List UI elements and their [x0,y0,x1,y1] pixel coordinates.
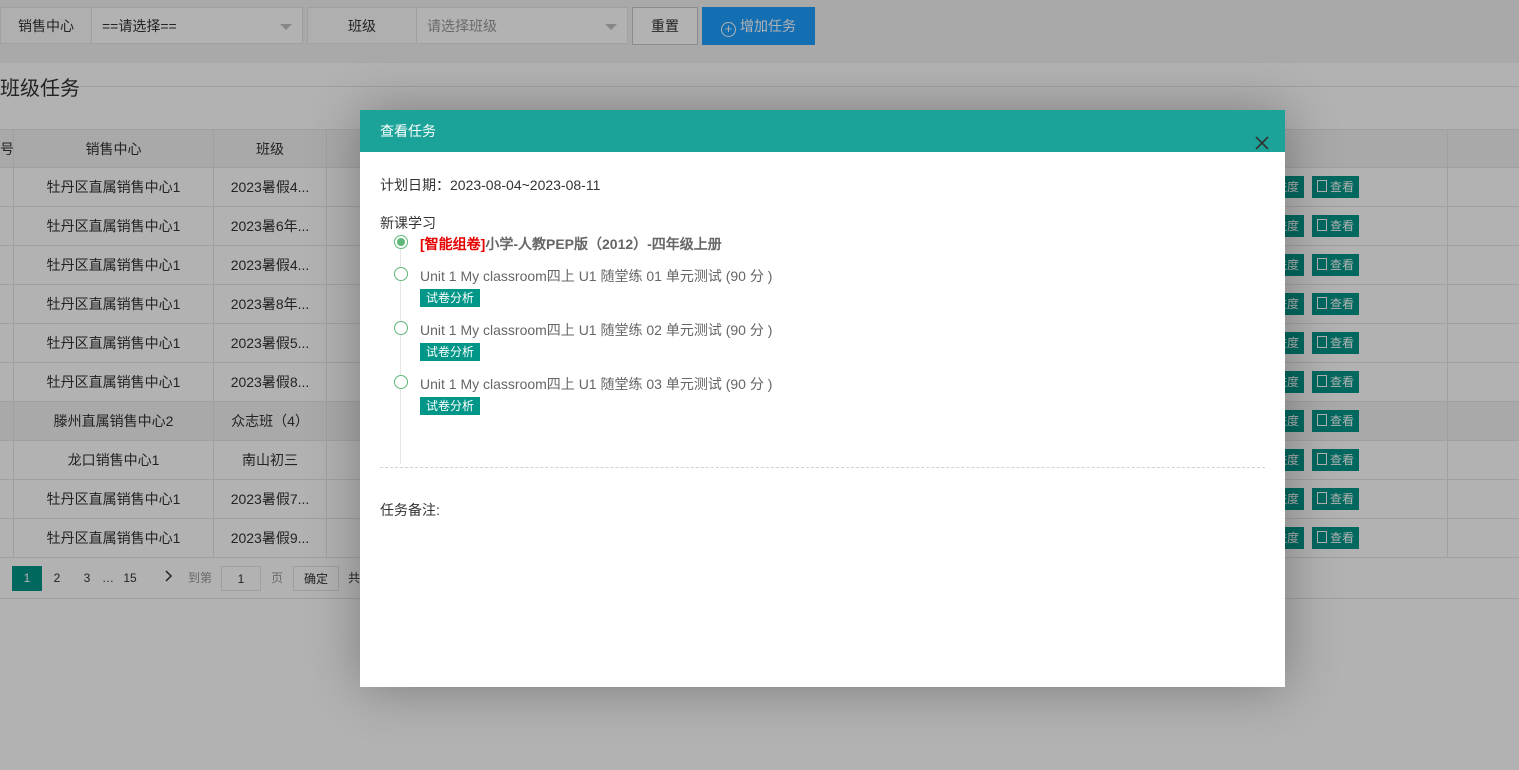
analysis-badge-2[interactable]: 试卷分析 [420,343,481,361]
analysis-badge-3[interactable]: 试卷分析 [420,397,481,415]
paper-title: [智能组卷]小学-人教PEP版（2012）-四年级上册 [420,234,722,254]
exam-item-1[interactable]: Unit 1 My classroom四上 U1 随堂练 01 单元测试 (90… [420,266,772,286]
timeline-dot-filled-icon [394,235,408,249]
exam-item-2[interactable]: Unit 1 My classroom四上 U1 随堂练 02 单元测试 (90… [420,320,772,340]
timeline-dot-icon [394,375,408,389]
modal-header: 查看任务 [360,110,1285,152]
group-title: 新课学习 [380,215,436,231]
paper-tag: [智能组卷] [420,236,486,252]
plan-date: 计划日期：2023-08-04~2023-08-11 [380,177,601,193]
close-icon[interactable] [1255,124,1269,150]
paper-name: 小学-人教PEP版（2012）-四年级上册 [485,236,722,252]
timeline-dot-icon [394,321,408,335]
analysis-badge-1[interactable]: 试卷分析 [420,289,481,307]
task-timeline: [智能组卷]小学-人教PEP版（2012）-四年级上册 Unit 1 My cl… [380,231,1265,468]
task-remark-label: 任务备注: [380,502,440,518]
timeline-dot-icon [394,267,408,281]
exam-item-3[interactable]: Unit 1 My classroom四上 U1 随堂练 03 单元测试 (90… [420,374,772,394]
view-task-modal: 查看任务 计划日期：2023-08-04~2023-08-11 新课学习 [智能… [360,110,1285,687]
modal-title: 查看任务 [380,123,436,139]
